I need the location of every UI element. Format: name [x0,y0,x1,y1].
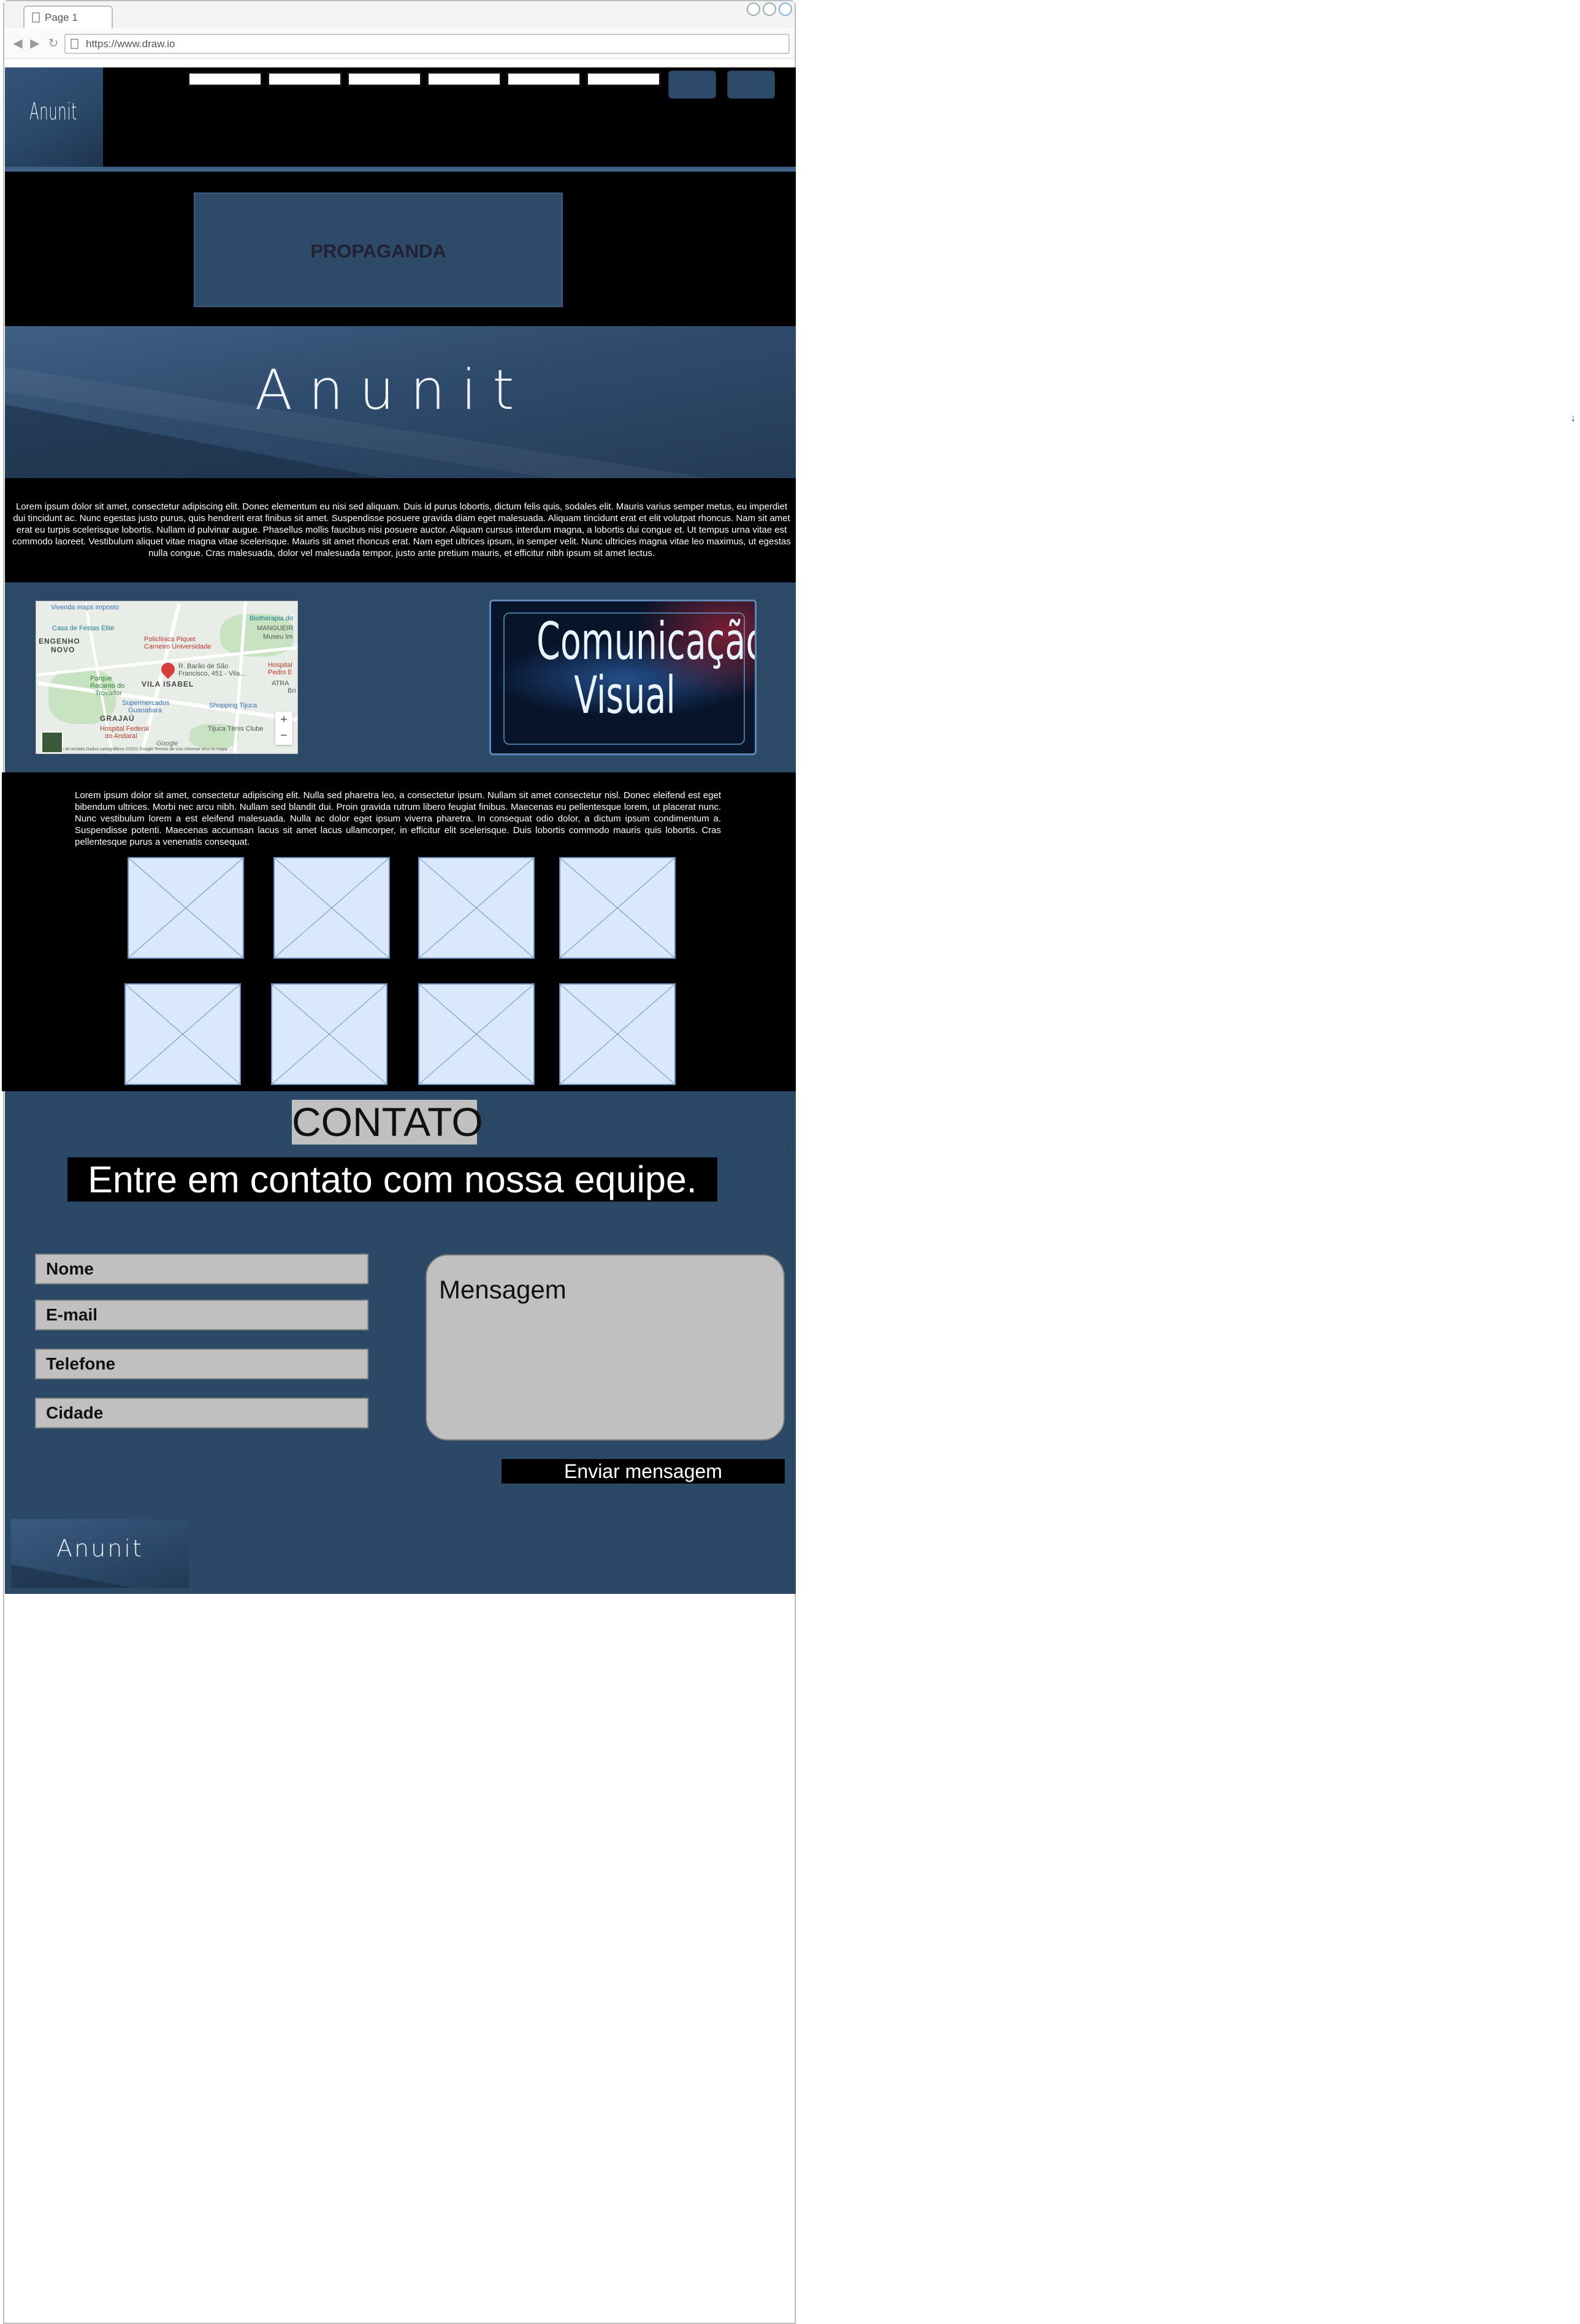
hero-title: Anunit [254,358,530,422]
header-divider [5,167,796,172]
image-placeholder-icon[interactable] [124,983,241,1085]
map-layer-thumbnail[interactable] [41,731,63,753]
tab-label: Page 1 [45,12,78,23]
map-label: Bri [288,687,296,695]
footer-logo-text: Anunit [56,1535,143,1562]
image-placeholder-icon[interactable] [559,983,676,1085]
back-arrow-icon[interactable]: ◀ [11,37,25,50]
forward-arrow-icon[interactable]: ▶ [28,37,42,50]
visual-line-1: Comunicação [536,611,757,671]
contact-subtitle: Entre em contato com nossa equipe. [67,1157,717,1202]
menu-link-6[interactable] [586,72,661,86]
image-placeholder-icon[interactable] [271,983,387,1085]
header-button-2[interactable] [727,70,775,99]
image-placeholder-icon[interactable] [418,983,535,1085]
footer-logo[interactable]: Anunit [11,1519,189,1588]
menu-link-4[interactable] [427,72,502,86]
map-label: Hospital [268,661,292,669]
image-placeholder-icon[interactable] [128,857,244,959]
window-control-icon[interactable] [779,2,792,16]
map-label: Tijuca Tênis Clube [208,725,264,733]
map-label: ENGENHO [39,637,80,646]
image-placeholder-icon[interactable] [418,857,535,959]
map-label: do Andaraí [105,733,138,740]
map-label: Parque [90,675,112,682]
menu-link-5[interactable] [506,72,581,86]
map-embed[interactable]: Vivenda maps imposto Casa de Festas Elit… [36,601,298,754]
footer-decoration [11,1562,189,1588]
browser-tab[interactable]: Page 1 [23,6,113,28]
reload-icon[interactable]: ↻ [47,37,60,50]
map-label: Supermercados [122,699,170,707]
gallery-text: Lorem ipsum dolor sit amet, consectetur … [75,790,721,847]
header-button-1[interactable] [668,70,716,99]
map-attribution[interactable]: Atalhos do teclado Dados cartográficos ©… [50,747,227,752]
map-label: NOVO [51,646,75,654]
down-arrow-icon: ↓ [1571,413,1576,424]
image-placeholder-icon[interactable] [273,857,390,959]
map-label: Google [156,740,178,747]
map-label: Vivenda maps imposto [51,604,120,611]
map-zoom-control[interactable]: + − [275,712,292,745]
map-label: Museu Im [263,633,293,641]
map-label: Hospital Federal [100,725,150,733]
contact-title: CONTATO [292,1099,483,1145]
map-label: ATRA [272,680,289,687]
map-label: Biotherapia do [250,615,293,622]
logo-text: Anunit [29,98,77,125]
tab-bar [4,1,795,28]
map-label: MANGUEIR [257,625,294,632]
map-label: Casa de Festas Elite [52,625,115,632]
window-control-icon[interactable] [763,2,776,16]
window-control-icon[interactable] [747,2,760,16]
intro-text: Lorem ipsum dolor sit amet, consectetur … [12,501,791,558]
menu-link-2[interactable] [267,72,342,86]
image-placeholder-icon[interactable] [559,857,676,959]
map-label: Guanabara [128,707,162,714]
map-label: VILA ISABEL [142,680,194,688]
map-label: Carneiro Universidade [144,643,212,650]
map-label: R. Barão de São [178,663,229,670]
map-label: Shopping Tijuca [209,702,258,709]
name-field[interactable]: Nome [35,1254,368,1284]
message-field[interactable]: Mensagem [426,1254,785,1441]
map-label: GRAJAÚ [100,714,135,723]
map-label: Trovador [95,690,122,697]
email-field[interactable]: E-mail [35,1300,368,1330]
page-icon [32,12,40,23]
send-message-button[interactable]: Enviar mensagem [502,1459,785,1484]
map-label: Recanto do [90,682,125,690]
map-label: Pedro E [268,669,292,676]
address-bar[interactable]: https://www.draw.io [64,34,790,54]
down-arrow-icon: ↓ [786,1144,790,1154]
header-logo[interactable]: Anunit [5,67,103,167]
ad-banner[interactable]: PROPAGANDA [194,192,563,307]
phone-field[interactable]: Telefone [35,1349,368,1379]
zoom-in-button[interactable]: + [275,712,292,728]
menu-link-1[interactable] [188,72,262,86]
city-field[interactable]: Cidade [35,1398,368,1428]
visual-communication-image: Comunicação Visual [489,600,757,755]
visual-line-2: Visual [574,665,676,725]
map-label: Francisco, 451 - Vila... [178,670,246,677]
url-text: https://www.draw.io [86,38,175,50]
page-icon [71,39,78,49]
zoom-out-button[interactable]: − [275,728,292,744]
map-label: Policlínica Piquet [144,636,196,643]
menu-link-3[interactable] [347,72,422,86]
